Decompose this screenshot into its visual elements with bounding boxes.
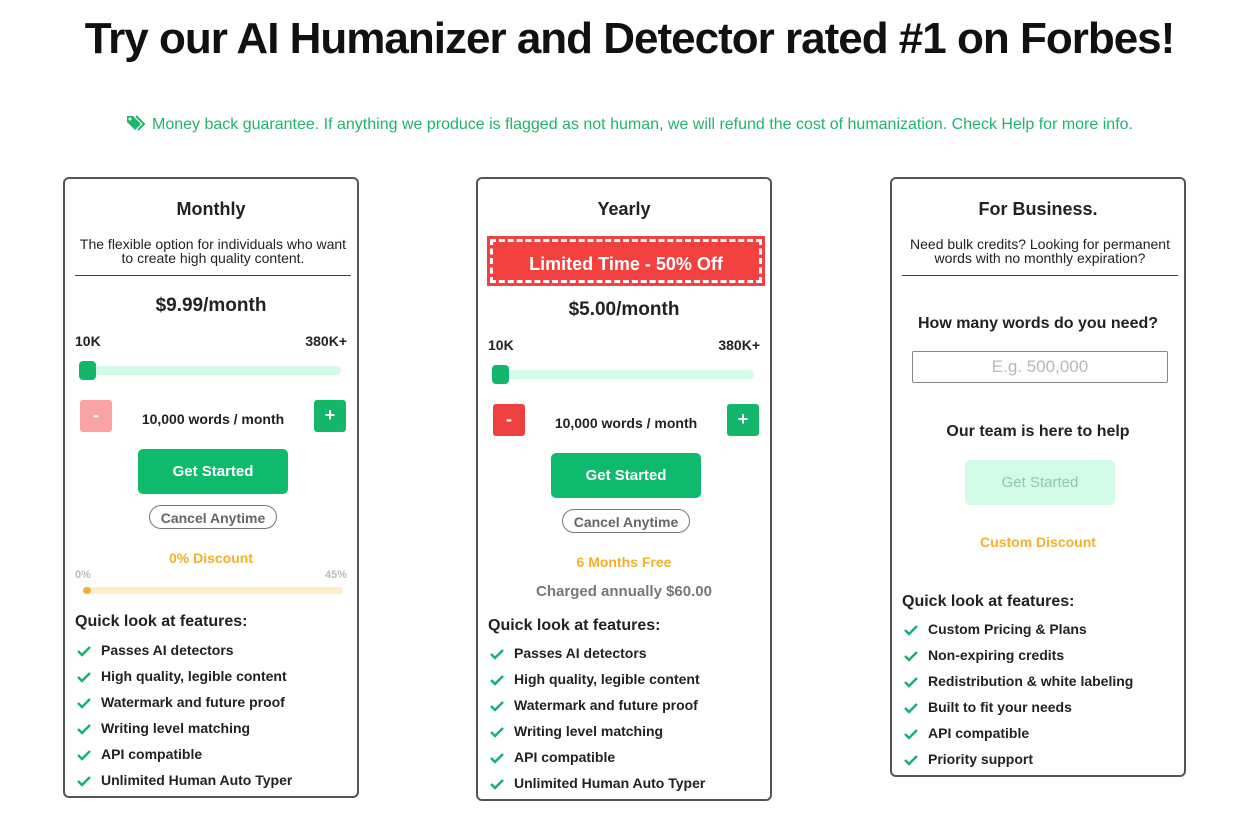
check-icon [77,724,91,735]
plan-description: Need bulk credits? Looking for permanent… [910,236,1170,266]
plan-title: For Business. [978,199,1098,219]
feature-item: Watermark and future proof [75,693,292,719]
feature-item: Passes AI detectors [75,641,292,667]
increase-words-button[interactable]: + [727,404,759,436]
get-started-button[interactable]: Get Started [138,449,288,494]
feature-item: Writing level matching [75,719,292,745]
words-question: How many words do you need? [917,315,1159,332]
plan-price: $9.99/month [155,295,267,316]
discount-progress-fill [83,587,91,594]
features-list: Custom Pricing & Plans Non-expiring cred… [902,620,1133,776]
money-back-guarantee: Money back guarantee. If anything we pro… [0,114,1259,137]
features-heading: Quick look at features: [75,613,248,630]
increase-words-button[interactable]: + [314,400,346,432]
monthly-plan-card: Monthly The flexible option for individu… [63,177,359,798]
business-plan-card: For Business. Need bulk credits? Looking… [890,177,1186,777]
discount-progress-track [83,587,343,594]
check-icon [904,703,918,714]
feature-item: Unlimited Human Auto Typer [75,771,292,797]
help-text: Our team is here to help [946,423,1130,440]
feature-item: Built to fit your needs [902,698,1133,724]
cancel-anytime-button[interactable]: Cancel Anytime [562,509,690,533]
range-min-label: 10K [488,337,514,353]
discount-label: Custom Discount [980,534,1096,550]
words-slider-track[interactable] [492,370,754,379]
discount-max-label: 45% [324,569,347,581]
words-needed-input[interactable] [912,351,1168,383]
check-icon [77,672,91,683]
page-headline: Try our AI Humanizer and Detector rated … [84,14,1176,63]
check-icon [490,779,504,790]
tag-icon [126,114,148,137]
feature-item: Redistribution & white labeling [902,672,1133,698]
check-icon [904,755,918,766]
feature-item: High quality, legible content [75,667,292,693]
check-icon [490,701,504,712]
feature-item: API compatible [902,724,1133,750]
check-icon [490,753,504,764]
features-list: Passes AI detectors High quality, legibl… [75,641,292,797]
discount-label: 0% Discount [168,550,253,566]
cancel-anytime-button[interactable]: Cancel Anytime [149,505,277,529]
plan-description: The flexible option for individuals who … [79,236,347,266]
divider [902,275,1178,276]
guarantee-text: Money back guarantee. If anything we pro… [152,116,1133,133]
plan-price: $5.00/month [568,299,680,320]
feature-item: Priority support [902,750,1133,776]
words-slider-thumb[interactable] [79,361,96,380]
check-icon [77,646,91,657]
feature-item: API compatible [75,745,292,771]
check-icon [904,625,918,636]
check-icon [77,698,91,709]
feature-item: Unlimited Human Auto Typer [488,774,705,800]
feature-item: High quality, legible content [488,670,705,696]
check-icon [77,776,91,787]
check-icon [490,649,504,660]
months-free-label: 6 Months Free [576,554,672,570]
plan-title: Monthly [176,199,246,219]
check-icon [490,727,504,738]
discount-min-label: 0% [75,569,91,581]
feature-item: Writing level matching [488,722,705,748]
check-icon [904,651,918,662]
feature-item: Custom Pricing & Plans [902,620,1133,646]
words-slider-thumb[interactable] [492,365,509,384]
features-heading: Quick look at features: [488,617,661,634]
features-list: Passes AI detectors High quality, legibl… [488,644,705,800]
words-per-month: 10,000 words / month [554,415,698,431]
limited-time-badge: Limited Time - 50% Off [487,236,765,286]
get-started-button[interactable]: Get Started [551,453,701,498]
check-icon [77,750,91,761]
features-heading: Quick look at features: [902,593,1075,610]
divider [75,275,351,276]
feature-item: API compatible [488,748,705,774]
range-max-label: 380K+ [305,333,347,349]
words-slider-track[interactable] [79,366,341,375]
check-icon [904,677,918,688]
feature-item: Passes AI detectors [488,644,705,670]
yearly-plan-card: Yearly Limited Time - 50% Off $5.00/mont… [476,177,772,801]
charged-annually-label: Charged annually $60.00 [536,583,712,600]
feature-item: Non-expiring credits [902,646,1133,672]
check-icon [904,729,918,740]
get-started-button[interactable]: Get Started [965,460,1115,505]
range-max-label: 380K+ [718,337,760,353]
check-icon [490,675,504,686]
range-min-label: 10K [75,333,101,349]
plan-title: Yearly [597,199,651,219]
words-per-month: 10,000 words / month [141,411,285,427]
feature-item: Watermark and future proof [488,696,705,722]
